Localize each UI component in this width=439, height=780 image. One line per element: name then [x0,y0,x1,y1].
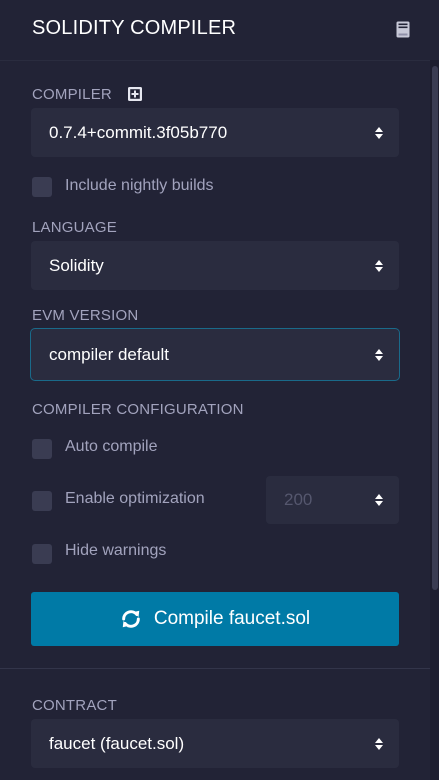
contract-select[interactable]: faucet (faucet.sol) [31,719,399,768]
optimization-runs-input[interactable]: 200 [266,476,399,524]
compiler-version-value: 0.7.4+commit.3f05b770 [49,122,228,142]
refresh-icon [122,610,140,628]
compiler-label: COMPILER [32,86,112,103]
compiler-configuration-label: COMPILER CONFIGURATION [32,401,244,418]
header-divider [0,60,439,61]
auto-compile-checkbox[interactable] [32,439,52,459]
plus-square-icon[interactable] [128,87,142,101]
language-select[interactable]: Solidity [31,241,399,290]
compile-button-label: Compile faucet.sol [153,608,311,629]
enable-optimization-label: Enable optimization [65,490,205,507]
language-label: LANGUAGE [32,219,117,236]
panel-title: SOLIDITY COMPILER [32,17,237,39]
contract-label: CONTRACT [32,697,117,714]
sort-caret-icon [375,259,383,272]
nightly-builds-label: Include nightly builds [65,177,214,194]
scrollbar-thumb[interactable] [432,66,438,590]
evm-version-label: EVM VERSION [32,307,139,324]
auto-compile-label: Auto compile [65,438,158,455]
sort-caret-icon [375,737,383,750]
evm-version-select[interactable]: compiler default [31,329,399,380]
optimization-runs-value: 200 [284,490,313,509]
hide-warnings-label: Hide warnings [65,542,167,559]
nightly-builds-checkbox[interactable] [32,177,52,197]
section-divider [0,668,430,669]
hide-warnings-checkbox[interactable] [32,544,52,564]
book-icon[interactable] [396,21,410,38]
evm-version-value: compiler default [49,344,170,364]
sort-caret-icon [375,126,383,139]
language-value: Solidity [49,255,104,275]
stepper-caret-icon[interactable] [375,494,383,506]
compile-button[interactable]: Compile faucet.sol [31,592,399,646]
sort-caret-icon [375,348,383,361]
compiler-version-select[interactable]: 0.7.4+commit.3f05b770 [31,108,399,157]
contract-value: faucet (faucet.sol) [49,733,185,753]
enable-optimization-checkbox[interactable] [32,491,52,511]
